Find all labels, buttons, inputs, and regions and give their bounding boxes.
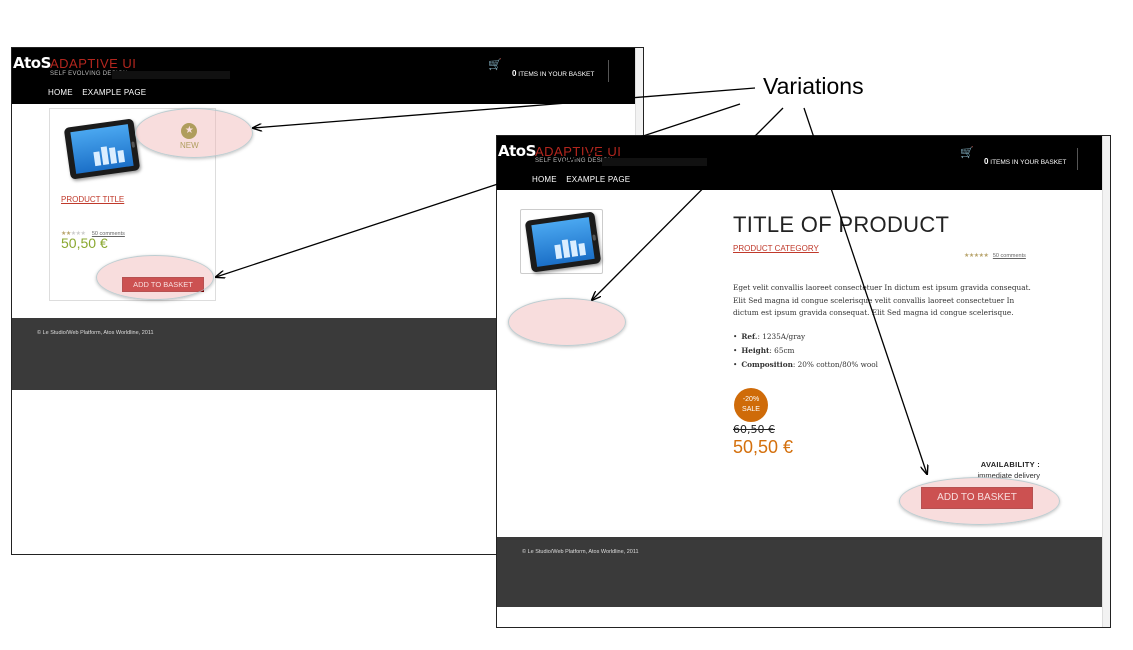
- atos-logo[interactable]: AtoS: [498, 142, 536, 160]
- page-title: TITLE OF PRODUCT: [733, 212, 950, 237]
- basket-count: 0: [984, 157, 989, 166]
- basket-summary[interactable]: 0 ITEMS IN YOUR BASKET: [512, 69, 594, 78]
- tablet-product-image[interactable]: [63, 118, 141, 180]
- header-divider: [608, 60, 609, 82]
- rating-row: ★★★★★ 50 comments: [964, 244, 1026, 262]
- variations-callout: Variations: [763, 73, 864, 99]
- nav-example-page[interactable]: EXAMPLE PAGE: [566, 175, 630, 184]
- main-nav: HOME EXAMPLE PAGE: [532, 175, 637, 184]
- redaction-bar: [112, 71, 230, 79]
- product-title-link[interactable]: PRODUCT TITLE: [61, 195, 124, 204]
- tagline: SELF EVOLVING DESIGN: [535, 158, 613, 164]
- product-price: 50,50 €: [61, 235, 108, 251]
- sale-badge: -20% SALE: [734, 388, 768, 422]
- variation-highlight-badge: [135, 108, 253, 158]
- copyright-text: © Le Studio/Web Platform, Atos Worldline…: [522, 549, 639, 555]
- redaction-bar: [602, 158, 707, 166]
- shopping-cart-icon[interactable]: 🛒: [960, 146, 974, 159]
- product-thumbnail[interactable]: [520, 209, 603, 274]
- detail-page-screenshot: AtoS ADAPTIVE UI SELF EVOLVING DESIGN HO…: [496, 135, 1111, 628]
- nav-example-page[interactable]: EXAMPLE PAGE: [82, 88, 146, 97]
- product-name: ADAPTIVE UI: [50, 56, 137, 71]
- variation-highlight-listing-button: [96, 255, 214, 300]
- header-divider: [1077, 148, 1078, 170]
- nav-home[interactable]: HOME: [48, 88, 73, 97]
- variation-highlight-empty-slot: [508, 298, 626, 346]
- shopping-cart-icon[interactable]: 🛒: [488, 58, 502, 71]
- comments-link[interactable]: 50 comments: [993, 253, 1026, 259]
- spec-height: Height: 65cm: [733, 344, 878, 358]
- product-specs: Ref.: 1235A/gray Height: 65cm Compositio…: [733, 330, 878, 372]
- variation-highlight-detail-button: [899, 477, 1060, 525]
- tablet-product-image: [524, 211, 602, 273]
- spec-composition: Composition: 20% cotton/80% wool: [733, 358, 878, 372]
- copyright-text: © Le Studio/Web Platform, Atos Worldline…: [37, 330, 154, 336]
- basket-label: ITEMS IN YOUR BASKET: [990, 159, 1067, 166]
- basket-summary[interactable]: 0 ITEMS IN YOUR BASKET: [984, 157, 1066, 166]
- old-price: 60,50 €: [733, 423, 775, 436]
- scrollbar[interactable]: [1102, 136, 1110, 627]
- site-header: AtoS ADAPTIVE UI SELF EVOLVING DESIGN HO…: [12, 48, 643, 104]
- availability-label: AVAILABILITY :: [980, 460, 1040, 469]
- main-nav: HOME EXAMPLE PAGE: [48, 88, 153, 97]
- sale-label: SALE: [742, 406, 760, 413]
- spec-ref: Ref.: 1235A/gray: [733, 330, 878, 344]
- basket-count: 0: [512, 69, 517, 78]
- sale-percent: -20%: [742, 396, 760, 403]
- product-description: Eget velit convallis laoreet consectetue…: [733, 283, 1031, 317]
- product-name: ADAPTIVE UI: [535, 144, 622, 159]
- rating-stars: ★★★★★: [964, 253, 989, 259]
- atos-logo[interactable]: AtoS: [13, 54, 51, 72]
- current-price: 50,50 €: [733, 437, 794, 457]
- product-category-link[interactable]: PRODUCT CATEGORY: [733, 244, 819, 253]
- basket-label: ITEMS IN YOUR BASKET: [518, 71, 595, 78]
- site-header: AtoS ADAPTIVE UI SELF EVOLVING DESIGN HO…: [497, 136, 1110, 190]
- site-footer: © Le Studio/Web Platform, Atos Worldline…: [497, 537, 1110, 607]
- nav-home[interactable]: HOME: [532, 175, 557, 184]
